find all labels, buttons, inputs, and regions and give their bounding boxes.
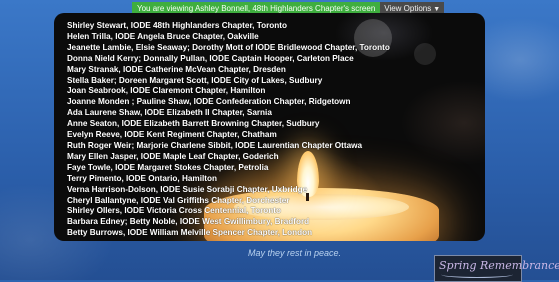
memorial-name: Terry Pimento, IODE Ontario, Hamilton: [67, 173, 217, 183]
shared-screen: Shirley Stewart, IODE 48th Highlanders C…: [54, 13, 485, 241]
memorial-name: Ruth Roger Weir; Marjorie Charlene Sibbi…: [67, 140, 363, 150]
rest-in-peace-caption: May they rest in peace.: [248, 248, 342, 258]
logo-flourish: [441, 271, 513, 278]
bokeh-light: [414, 43, 436, 65]
memorial-name: Ada Laurene Shaw, IODE Elizabeth II Chap…: [67, 108, 272, 118]
memorial-name: Joanne Monden ; Pauline Shaw, IODE Confe…: [67, 97, 351, 107]
memorial-name: Stella Baker; Doreen Margaret Scott, IOD…: [67, 75, 323, 85]
memorial-name: Mary Stranak, IODE Catherine McVean Chap…: [67, 64, 286, 74]
memorial-name: Helen Trilla, IODE Angela Bruce Chapter,…: [67, 31, 259, 41]
memorial-name: Verna Harrison-Dolson, IODE Susie Sorabj…: [67, 184, 308, 194]
memorial-name: Evelyn Reeve, IODE Kent Regiment Chapter…: [67, 130, 277, 140]
view-options-label: View Options: [384, 4, 432, 13]
memorial-name: Donna Nield Kerry; Donnally Pullan, IODE…: [67, 53, 354, 63]
memorial-name: Anne Seaton, IODE Elizabeth Barrett Brow…: [67, 119, 320, 129]
memorial-name: Mary Ellen Jasper, IODE Maple Leaf Chapt…: [67, 151, 279, 161]
memorial-name-list: Shirley Stewart, IODE 48th Highlanders C…: [67, 21, 390, 239]
memorial-name: Joan Seabrook, IODE Claremont Chapter, H…: [67, 86, 266, 96]
memorial-name: Betty Burrows, IODE William Melville Spe…: [67, 228, 313, 238]
memorial-name: Jeanette Lambie, Elsie Seaway; Dorothy M…: [67, 42, 390, 52]
memorial-name: Cheryl Ballantyne, IODE Val Griffiths Ch…: [67, 195, 290, 205]
memorial-name: Faye Towle, IODE Margaret Stokes Chapter…: [67, 162, 269, 172]
memorial-name: Shirley Ollers, IODE Victoria Cross Cent…: [67, 206, 281, 216]
memorial-name: Barbara Edney; Betty Noble, IODE West Gw…: [67, 217, 310, 227]
memorial-name: Shirley Stewart, IODE 48th Highlanders C…: [67, 21, 288, 30]
spring-remembrance-logo: Spring Remembrance: [434, 255, 559, 282]
